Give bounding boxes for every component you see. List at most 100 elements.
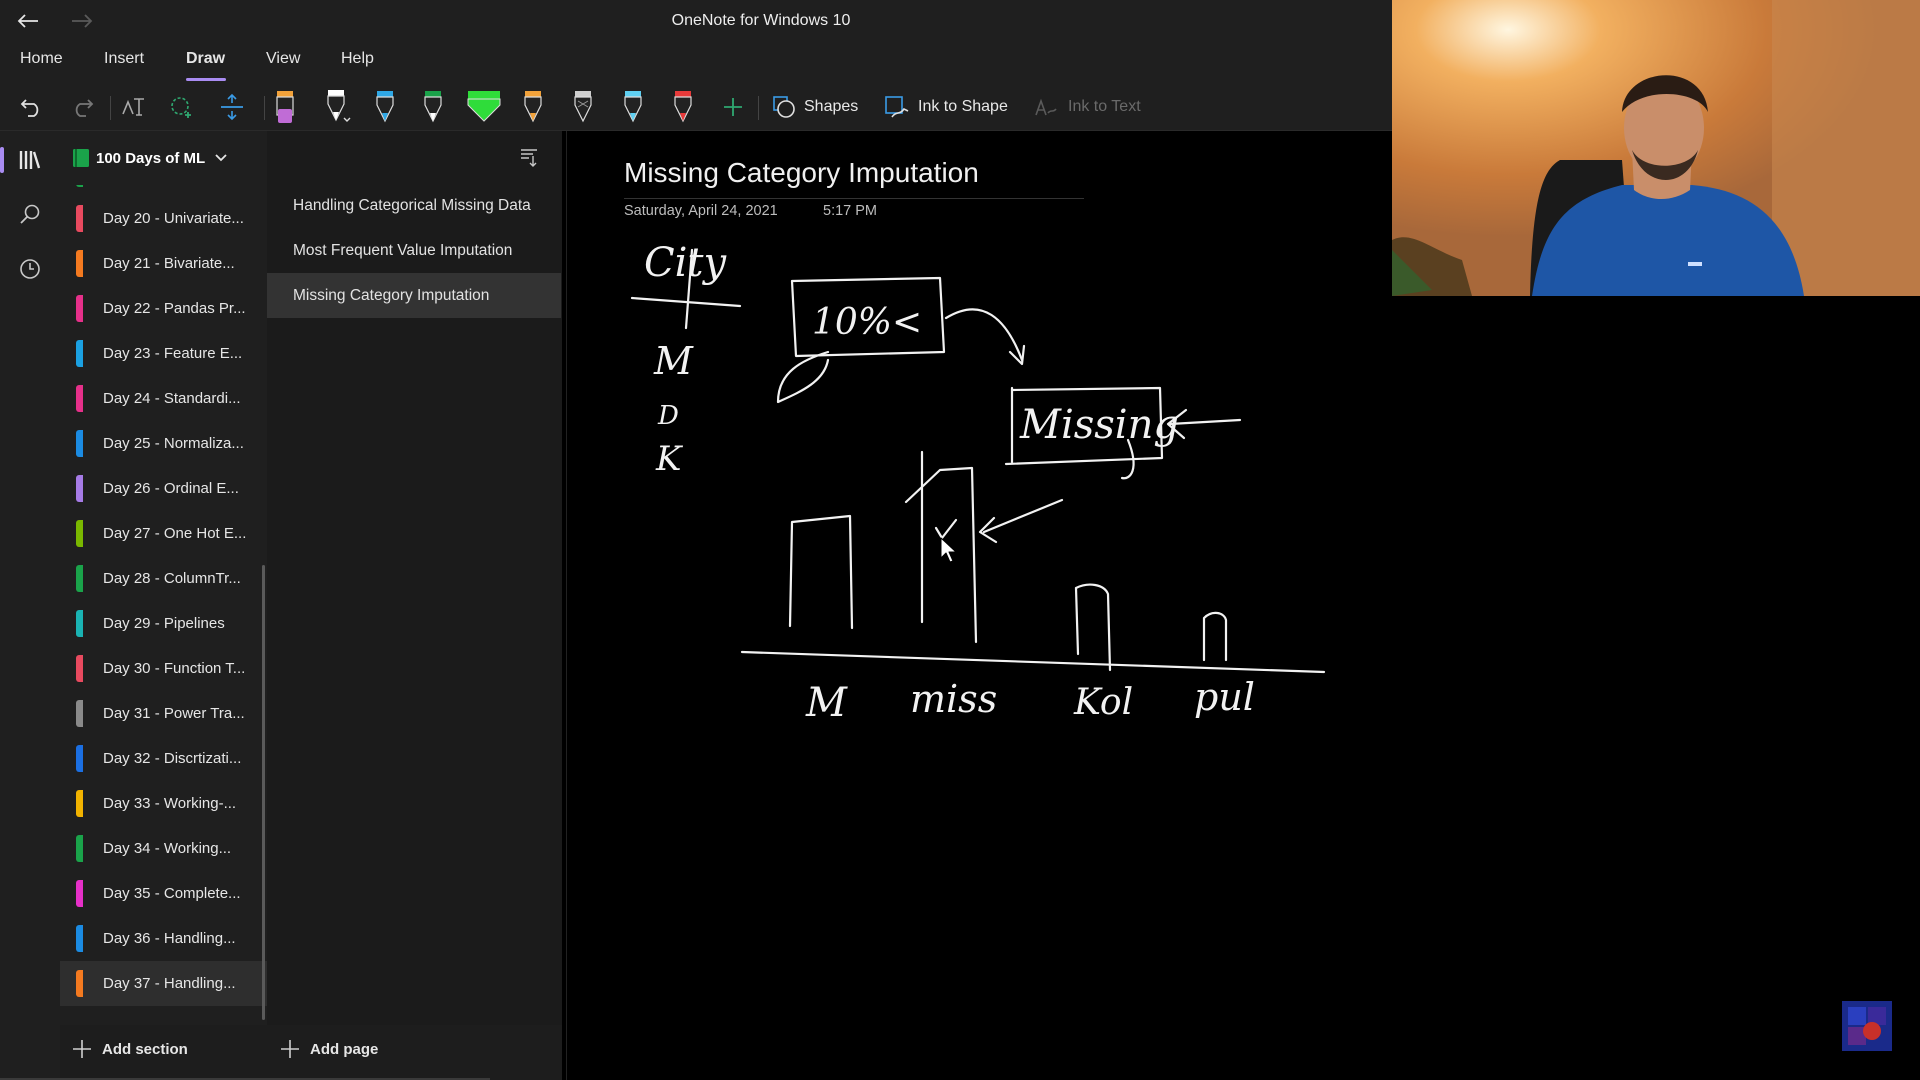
redo-icon — [75, 99, 94, 117]
shapes-button[interactable]: Shapes — [772, 88, 858, 126]
section-label: Day 26 - Ordinal E... — [103, 480, 239, 497]
title-underline — [624, 198, 1084, 199]
add-space-icon — [221, 93, 243, 121]
section-label: Day 22 - Pandas Pr... — [103, 300, 246, 317]
shapes-icon — [773, 96, 795, 118]
page-label: Handling Categorical Missing Data — [293, 196, 531, 214]
section-item[interactable]: Day 23 - Feature E... — [60, 331, 267, 376]
section-item[interactable]: Day 20 - Univariate... — [60, 196, 267, 241]
ink-to-text-label: Ink to Text — [1068, 98, 1141, 115]
sort-icon — [521, 149, 537, 167]
ink-to-shape-button[interactable]: Ink to Shape — [884, 88, 1008, 126]
notebooks-button[interactable] — [0, 137, 60, 183]
section-color-tab — [76, 250, 83, 277]
plus-icon — [281, 1040, 299, 1058]
lasso-icon — [171, 97, 191, 118]
section-color-tab — [76, 565, 83, 592]
tab-help[interactable]: Help — [341, 50, 374, 68]
section-item[interactable]: Day 34 - Working... — [60, 826, 267, 871]
window-title: OneNote for Windows 10 — [671, 12, 851, 29]
add-page-button[interactable]: Add page — [280, 1039, 378, 1059]
library-icon — [19, 151, 41, 169]
pencil-icon — [574, 91, 592, 123]
section-item[interactable]: Day 27 - One Hot E... — [60, 511, 267, 556]
section-item[interactable]: Day 36 - Handling... — [60, 916, 267, 961]
highlighter-purple[interactable] — [270, 88, 300, 126]
tab-draw[interactable]: Draw — [186, 50, 225, 68]
type-select-icon — [122, 98, 144, 116]
section-label: Day 35 - Complete... — [103, 885, 241, 902]
section-label: Day 23 - Feature E... — [103, 345, 243, 362]
section-item[interactable]: Day 37 - Handling... — [60, 961, 267, 1006]
lasso-select-button[interactable] — [164, 88, 200, 126]
highlighter-icon — [276, 91, 294, 123]
type-select-button[interactable] — [116, 88, 152, 126]
section-item[interactable]: Day 24 - Standardi... — [60, 376, 267, 421]
search-button[interactable] — [0, 191, 60, 237]
redo-button[interactable] — [64, 88, 100, 126]
chevron-down-icon — [215, 154, 227, 162]
navigation-rail — [0, 131, 60, 1080]
section-label: Day 21 - Bivariate... — [103, 255, 235, 272]
sort-pages-button[interactable] — [519, 147, 539, 172]
section-item[interactable]: Day 26 - Ordinal E... — [60, 466, 267, 511]
title-bar: OneNote for Windows 10 — [0, 0, 1392, 42]
pen-white[interactable] — [418, 88, 448, 126]
sections-scrollbar[interactable] — [262, 565, 265, 1020]
section-label: Day 36 - Handling... — [103, 930, 236, 947]
add-section-button[interactable]: Add section — [72, 1039, 188, 1059]
undo-button[interactable] — [14, 88, 50, 126]
page-item[interactable]: Missing Category Imputation — [267, 273, 561, 318]
pen-white-selected[interactable] — [318, 88, 356, 126]
pen-blue[interactable] — [370, 88, 400, 126]
section-color-tab — [76, 340, 83, 367]
recent-notes-button[interactable] — [0, 246, 60, 292]
section-item[interactable]: Day 32 - Discrtizati... — [60, 736, 267, 781]
section-item[interactable]: Day 35 - Complete... — [60, 871, 267, 916]
pen-light-blue[interactable] — [618, 88, 648, 126]
section-item[interactable]: Day 29 - Pipelines — [60, 601, 267, 646]
pencil-gray[interactable] — [568, 88, 598, 126]
notebook-picker[interactable]: 100 Days of ML — [60, 131, 267, 185]
pen-icon — [524, 91, 542, 123]
section-item[interactable]: Day 22 - Pandas Pr... — [60, 286, 267, 331]
add-pen-button[interactable] — [718, 88, 748, 126]
presenter-video — [1392, 0, 1920, 296]
section-label: Day 33 - Working-... — [103, 795, 237, 812]
section-item[interactable]: Day 31 - Power Tra... — [60, 691, 267, 736]
plus-icon — [724, 98, 742, 116]
pen-orange[interactable] — [518, 88, 548, 126]
page-item[interactable]: Most Frequent Value Imputation — [267, 228, 562, 273]
section-item[interactable]: Day 21 - Bivariate... — [60, 241, 267, 286]
section-label: Day 37 - Handling... — [103, 975, 236, 992]
section-color-tab — [76, 520, 83, 547]
section-color-tab — [76, 610, 83, 637]
tab-home[interactable]: Home — [20, 50, 63, 68]
section-label: Day 29 - Pipelines — [103, 615, 225, 632]
section-label: Day 25 - Normaliza... — [103, 435, 244, 452]
page-title[interactable]: Missing Category Imputation — [624, 157, 979, 189]
shapes-label: Shapes — [804, 98, 859, 115]
section-color-tab — [76, 655, 83, 682]
tab-view[interactable]: View — [266, 50, 300, 68]
page-item[interactable]: Handling Categorical Missing Data — [267, 183, 562, 228]
section-color-tab — [76, 790, 83, 817]
highlighter-green[interactable] — [464, 88, 504, 126]
pen-red[interactable] — [668, 88, 698, 126]
section-item[interactable]: Day 33 - Working-... — [60, 781, 267, 826]
add-page-label: Add page — [310, 1040, 379, 1058]
ink-to-text-button: Ink to Text — [1034, 88, 1141, 126]
notebook-title: 100 Days of ML — [96, 149, 206, 167]
section-item[interactable]: Day 25 - Normaliza... — [60, 421, 267, 466]
corner-logo — [1842, 1001, 1892, 1051]
tab-insert[interactable]: Insert — [104, 50, 144, 68]
ribbon-tabs: Home Insert Draw View Help — [0, 42, 1392, 84]
sections-panel: Day 19 - Understa...Day 20 - Univariate.… — [60, 131, 267, 1080]
section-item[interactable]: Day 28 - ColumnTr... — [60, 556, 267, 601]
add-space-button[interactable] — [212, 88, 252, 126]
pages-panel: Handling Categorical Missing Data Most Fr… — [267, 131, 562, 1080]
section-label: Day 20 - Univariate... — [103, 210, 244, 227]
ink-to-shape-icon — [885, 96, 909, 118]
section-item[interactable]: Day 30 - Function T... — [60, 646, 267, 691]
search-icon — [20, 204, 40, 224]
